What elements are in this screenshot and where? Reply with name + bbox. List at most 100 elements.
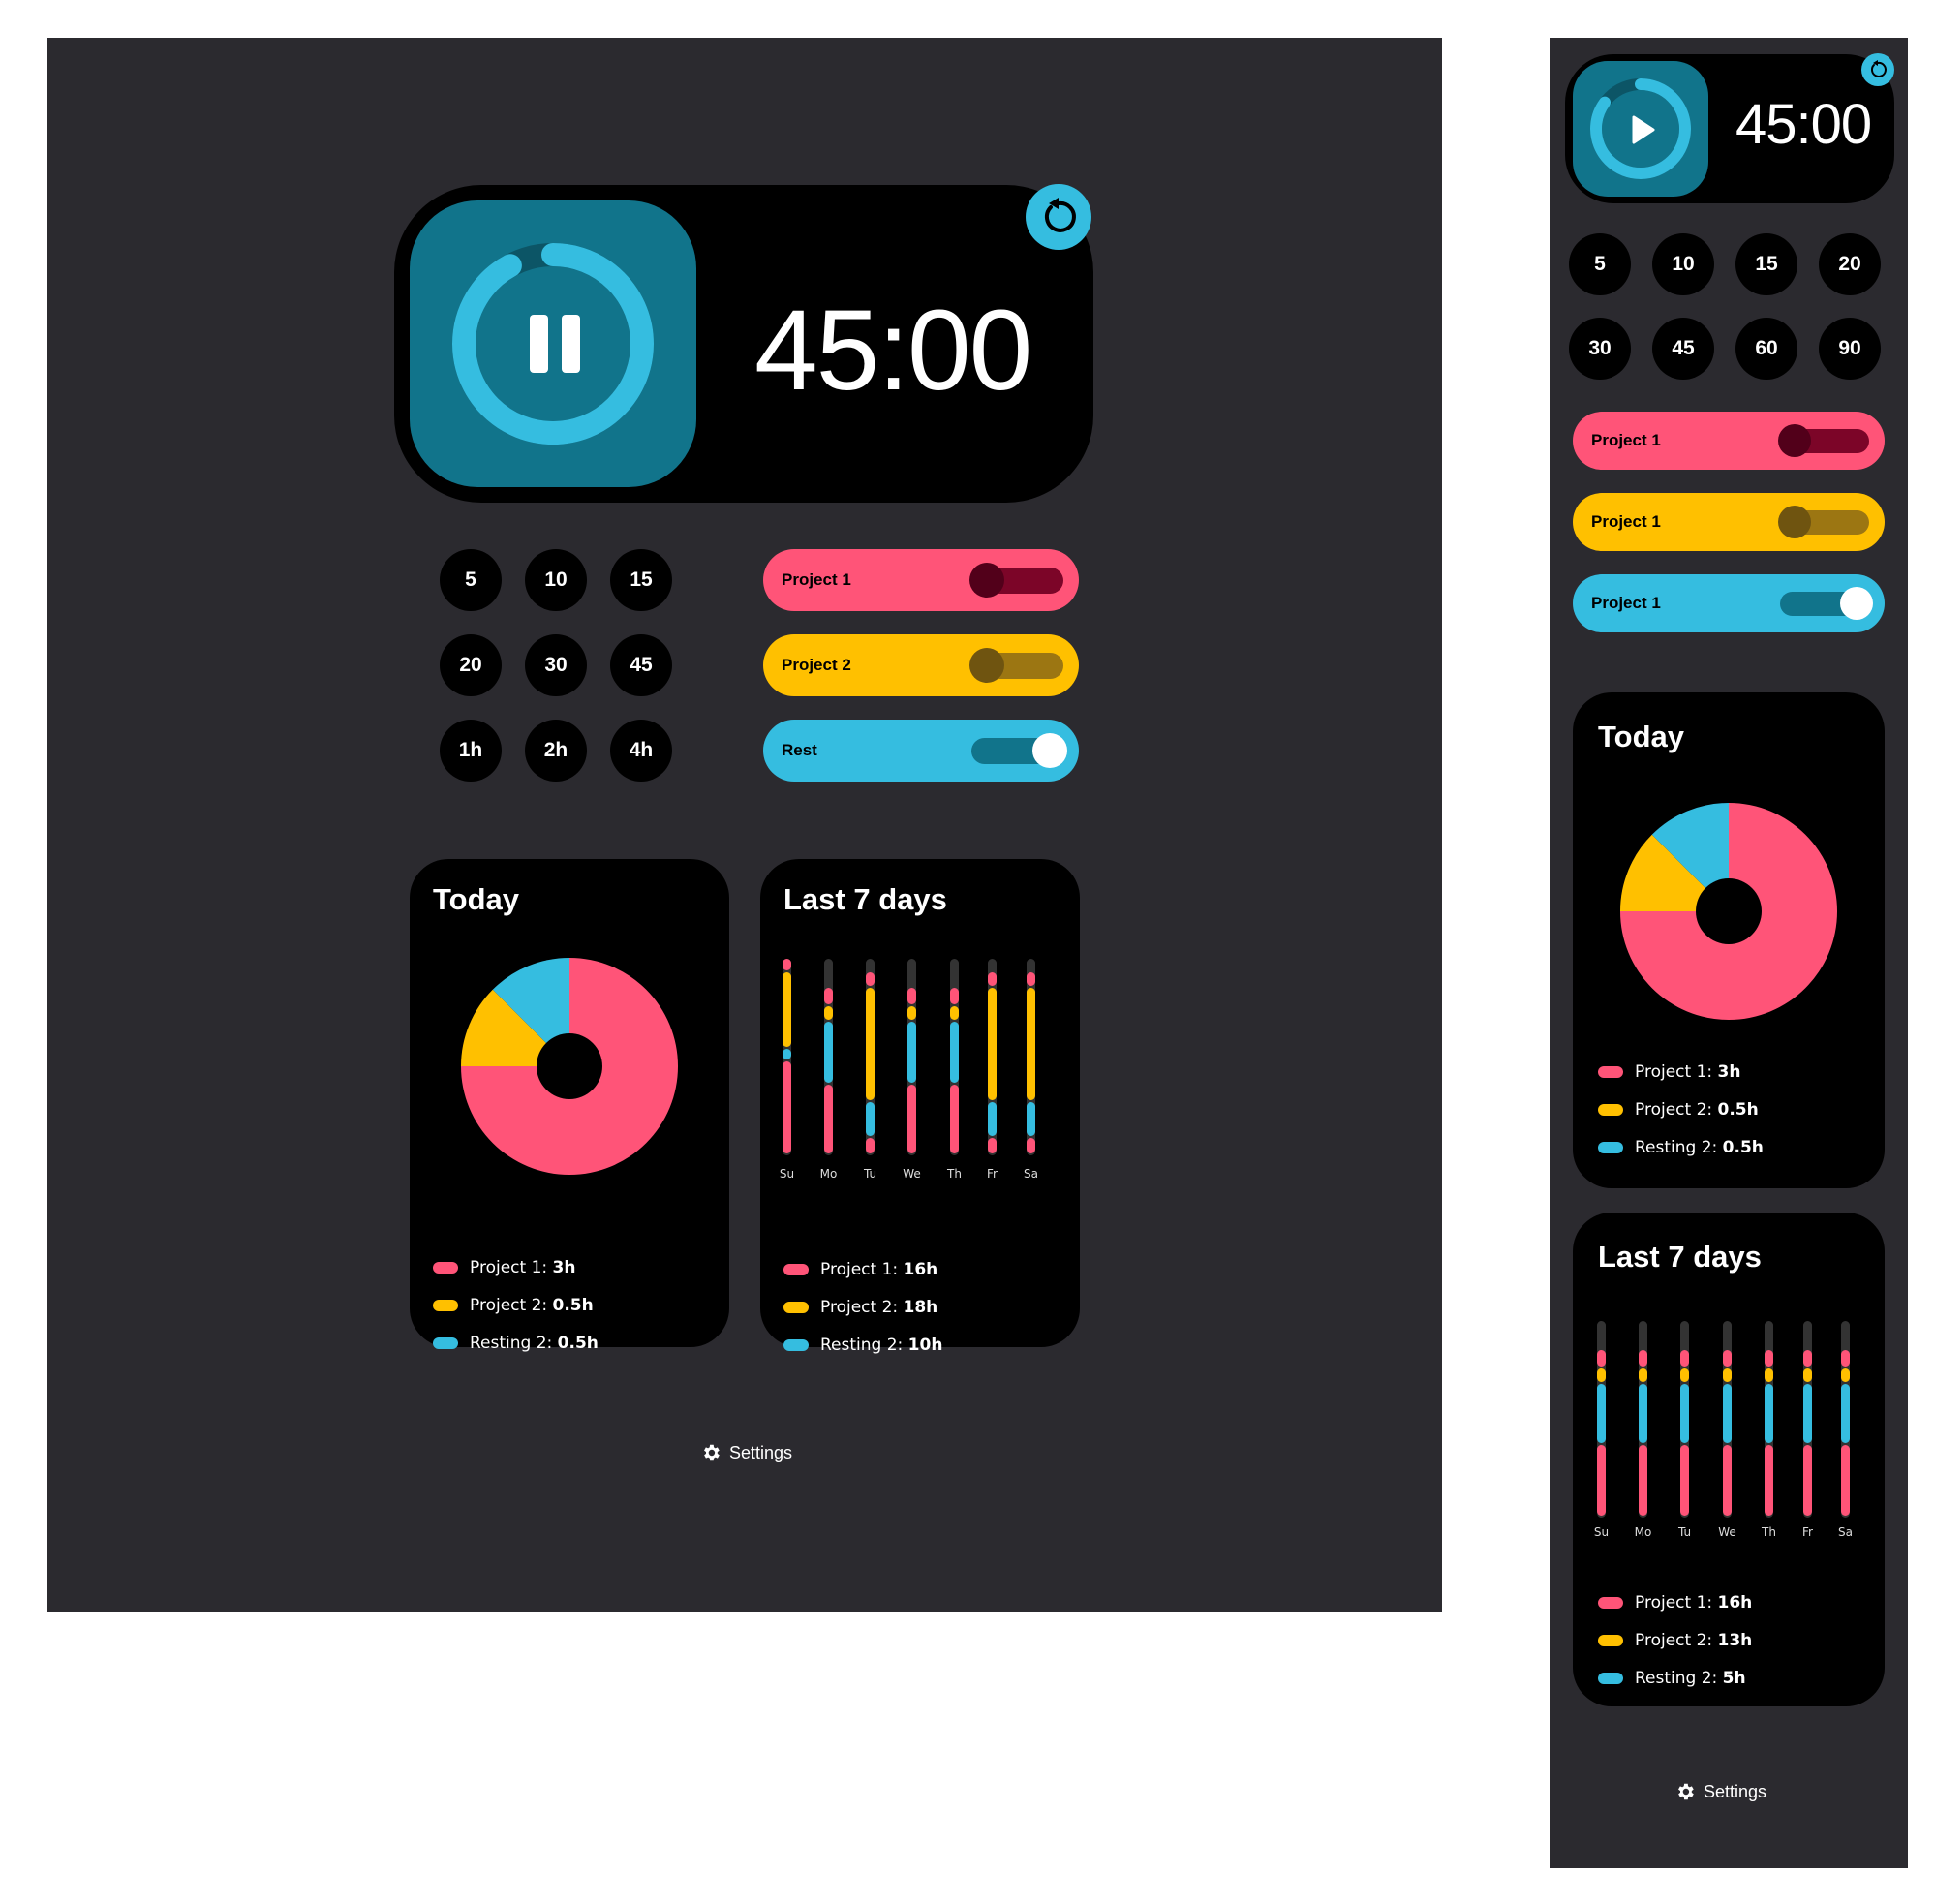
today-pie-chart: [461, 958, 678, 1175]
timer-card: 45:00: [1565, 54, 1894, 203]
legend-value: 0.5h: [1722, 1138, 1764, 1157]
day-label: Mo: [819, 1167, 838, 1181]
legend-value: 16h: [1717, 1593, 1753, 1612]
bar-segment: [1680, 1444, 1689, 1516]
today-card: Today Project 1: 3h Project 2: 0.5h Restin…: [410, 859, 729, 1353]
legend-name: Resting 2:: [1635, 1669, 1723, 1688]
legend-name: Project 1:: [1635, 1593, 1718, 1612]
bar-segment: [783, 959, 791, 971]
project-toggle[interactable]: Project 1: [1573, 574, 1885, 632]
duration-chip[interactable]: 45: [1652, 318, 1714, 380]
duration-chip[interactable]: 15: [1735, 233, 1797, 295]
legend-name: Project 2:: [470, 1296, 553, 1315]
bar-segment: [1723, 1383, 1732, 1443]
timer-display: 45:00: [754, 287, 1032, 415]
legend-value: 18h: [903, 1298, 938, 1317]
project-toggle[interactable]: Project 1: [763, 549, 1079, 611]
duration-chip[interactable]: 5: [440, 549, 502, 611]
toggle-knob[interactable]: [969, 563, 1004, 598]
project-toggle[interactable]: Project 2: [763, 634, 1079, 696]
duration-chip[interactable]: 45: [610, 634, 672, 696]
bar-segment: [1597, 1350, 1606, 1367]
duration-chip[interactable]: 2h: [525, 720, 587, 782]
legend-name: Project 1:: [470, 1258, 553, 1277]
duration-chip[interactable]: 1h: [440, 720, 502, 782]
legend-value: 3h: [1717, 1062, 1741, 1082]
legend-item: Project 1: 16h: [783, 1260, 937, 1279]
play-icon[interactable]: [1631, 115, 1656, 144]
toggle-knob[interactable]: [1778, 424, 1811, 457]
project-toggle[interactable]: Project 1: [1573, 412, 1885, 470]
bar-segment: [1680, 1350, 1689, 1367]
legend-value: 13h: [1717, 1631, 1753, 1650]
bar-segment: [988, 972, 997, 987]
reset-button[interactable]: [1861, 53, 1894, 86]
legend-swatch: [783, 1264, 809, 1275]
legend-value: 10h: [907, 1336, 943, 1355]
duration-chip[interactable]: 30: [525, 634, 587, 696]
settings-link[interactable]: Settings: [700, 1442, 792, 1463]
project-toggle[interactable]: Rest: [763, 720, 1079, 782]
toggle-knob[interactable]: [1778, 506, 1811, 538]
today-title: Today: [433, 882, 519, 916]
duration-chip[interactable]: 15: [610, 549, 672, 611]
bar-segment: [1027, 1137, 1035, 1153]
pie-hole: [1696, 878, 1762, 944]
duration-chip[interactable]: 10: [1652, 233, 1714, 295]
reset-button[interactable]: [1026, 184, 1091, 250]
bar-segment: [783, 1049, 791, 1059]
day-label: Tu: [1677, 1525, 1692, 1539]
legend-item: Resting 2: 10h: [783, 1336, 942, 1355]
bar-segment: [866, 988, 875, 1101]
bar-segment: [1803, 1444, 1812, 1516]
toggle-knob[interactable]: [1032, 733, 1067, 768]
legend-swatch: [1598, 1673, 1623, 1684]
bar-segment: [1841, 1444, 1850, 1516]
today-title: Today: [1598, 720, 1684, 753]
duration-chip[interactable]: 20: [1819, 233, 1881, 295]
pause-icon[interactable]: [530, 315, 580, 373]
legend-swatch: [433, 1262, 458, 1274]
duration-chip[interactable]: 90: [1819, 318, 1881, 380]
duration-chip[interactable]: 4h: [610, 720, 672, 782]
duration-chip[interactable]: 60: [1735, 318, 1797, 380]
timer-control-tile[interactable]: [1573, 61, 1708, 197]
legend-name: Resting 2:: [470, 1334, 558, 1353]
bar-segment: [866, 1102, 875, 1136]
duration-chip[interactable]: 20: [440, 634, 502, 696]
project-toggle-label: Project 1: [782, 570, 851, 590]
bar-segment: [1597, 1367, 1606, 1382]
project-toggle[interactable]: Project 1: [1573, 493, 1885, 551]
project-toggle-label: Project 1: [1591, 512, 1661, 532]
duration-chip[interactable]: 30: [1569, 318, 1631, 380]
legend-item: Project 1: 3h: [1598, 1062, 1740, 1082]
bar-segment: [1765, 1383, 1773, 1443]
settings-link[interactable]: Settings: [1674, 1781, 1766, 1802]
bar-segment: [1723, 1367, 1732, 1382]
week-bar-chart: Su Mo Tu We Th Fr Sa: [1573, 1213, 1885, 1561]
legend-value: 0.5h: [557, 1334, 599, 1353]
bar-segment: [1765, 1367, 1773, 1382]
bar-segment: [1841, 1367, 1850, 1382]
timer-control-tile[interactable]: [410, 200, 696, 487]
legend-name: Resting 2:: [820, 1336, 908, 1355]
legend-swatch: [1598, 1104, 1623, 1116]
toggle-knob[interactable]: [969, 648, 1004, 683]
legend-name: Project 1:: [1635, 1062, 1718, 1082]
day-label: Sa: [1838, 1525, 1853, 1539]
duration-chip[interactable]: 5: [1569, 233, 1631, 295]
project-toggle-label: Project 1: [1591, 594, 1661, 613]
duration-chip[interactable]: 10: [525, 549, 587, 611]
bar-segment: [1803, 1367, 1812, 1382]
legend-item: Resting 2: 5h: [1598, 1669, 1746, 1688]
bar-segment: [1765, 1444, 1773, 1516]
legend-swatch: [783, 1302, 809, 1313]
bar-segment: [1803, 1383, 1812, 1443]
legend-swatch: [1598, 1597, 1623, 1609]
toggle-knob[interactable]: [1840, 587, 1873, 620]
legend-value: 0.5h: [552, 1296, 594, 1315]
pie-hole: [537, 1033, 602, 1099]
bar-segment: [1723, 1350, 1732, 1367]
bar-segment: [907, 1005, 916, 1020]
bar-segment: [1639, 1367, 1647, 1382]
